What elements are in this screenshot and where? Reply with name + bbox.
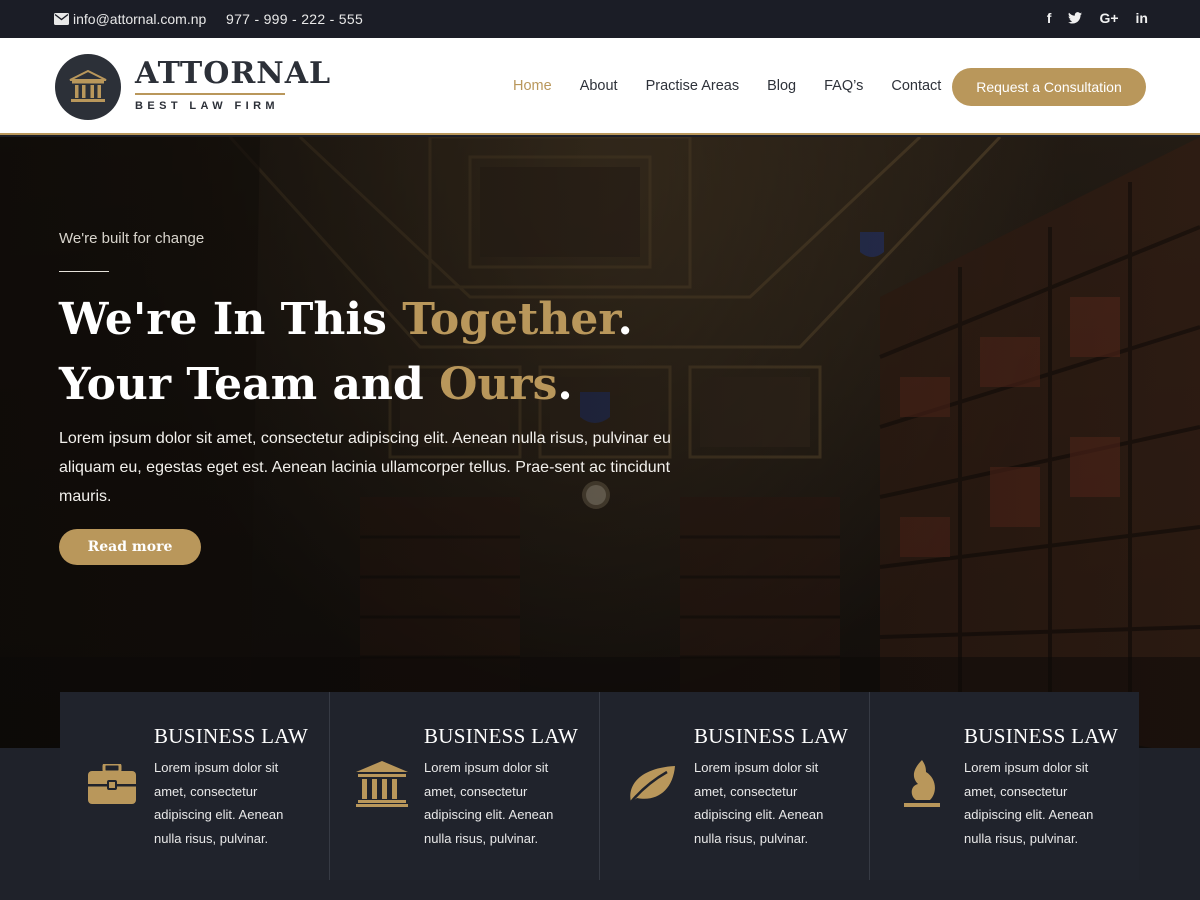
logo-divider [135, 93, 285, 95]
hero-description: Lorem ipsum dolor sit amet, consectetur … [59, 430, 671, 505]
courthouse-logo-icon [69, 70, 107, 102]
nav-item-contact[interactable]: Contact [891, 78, 941, 94]
leaf-icon [626, 762, 678, 806]
hero-tagline: We're built for change [59, 230, 205, 247]
feature-card[interactable]: BUSINESS LAW Lorem ipsum dolor sit amet,… [600, 692, 870, 880]
logo-title[interactable]: ATTORNAL [135, 56, 331, 91]
linkedin-icon[interactable]: in [1136, 10, 1148, 26]
feature-text: Lorem ipsum dolor sit amet, consectetur … [154, 760, 284, 846]
facebook-icon[interactable]: f [1047, 10, 1052, 26]
top-bar: info@attornal.com.np 977 - 999 - 222 - 5… [0, 0, 1200, 38]
nav-item-practise-areas[interactable]: Practise Areas [646, 78, 740, 94]
nav-item-home[interactable]: Home [513, 78, 552, 94]
feature-text: Lorem ipsum dolor sit amet, consectetur … [964, 760, 1094, 846]
site-header: ATTORNAL BEST LAW FIRM Home About Practi… [0, 38, 1200, 135]
feature-text: Lorem ipsum dolor sit amet, consectetur … [694, 760, 824, 846]
email-link[interactable]: info@attornal.com.np [54, 11, 206, 27]
request-consultation-button[interactable]: Request a Consultation [952, 68, 1146, 106]
nav-item-about[interactable]: About [580, 78, 618, 94]
logo-emblem[interactable] [55, 54, 121, 120]
hero-headline: We're In This Together. Your Team and Ou… [59, 287, 699, 417]
twitter-icon[interactable] [1068, 12, 1083, 24]
envelope-icon [54, 13, 69, 25]
read-more-button[interactable]: Read more [59, 529, 201, 565]
feature-card[interactable]: BUSINESS LAW Lorem ipsum dolor sit amet,… [60, 692, 330, 880]
feature-title: BUSINESS LAW [964, 724, 1119, 748]
feature-card[interactable]: BUSINESS LAW Lorem ipsum dolor sit amet,… [870, 692, 1139, 880]
nav-item-blog[interactable]: Blog [767, 78, 796, 94]
feature-title: BUSINESS LAW [154, 724, 309, 748]
feature-title: BUSINESS LAW [694, 724, 849, 748]
main-nav: Home About Practise Areas Blog FAQ’s Con… [513, 78, 941, 94]
email-text: info@attornal.com.np [73, 11, 207, 27]
phone-number: 977 - 999 - 222 - 555 [226, 11, 364, 27]
headline-text-3: . [557, 359, 573, 410]
courthouse-icon [356, 761, 408, 807]
nav-item-faqs[interactable]: FAQ’s [824, 78, 863, 94]
tagline-divider [59, 271, 109, 272]
flame-icon [896, 760, 948, 807]
practice-features: BUSINESS LAW Lorem ipsum dolor sit amet,… [60, 692, 1139, 880]
social-links: f G+ in [1047, 10, 1148, 26]
headline-highlight-2: Ours [439, 359, 558, 410]
headline-highlight-1: Together [402, 294, 618, 345]
headline-text-1: We're In This [59, 294, 403, 345]
feature-card[interactable]: BUSINESS LAW Lorem ipsum dolor sit amet,… [330, 692, 600, 880]
briefcase-icon [86, 762, 138, 806]
logo-subtitle: BEST LAW FIRM [135, 100, 279, 112]
feature-text: Lorem ipsum dolor sit amet, consectetur … [424, 760, 554, 846]
feature-title: BUSINESS LAW [424, 724, 579, 748]
google-plus-icon[interactable]: G+ [1099, 10, 1118, 26]
